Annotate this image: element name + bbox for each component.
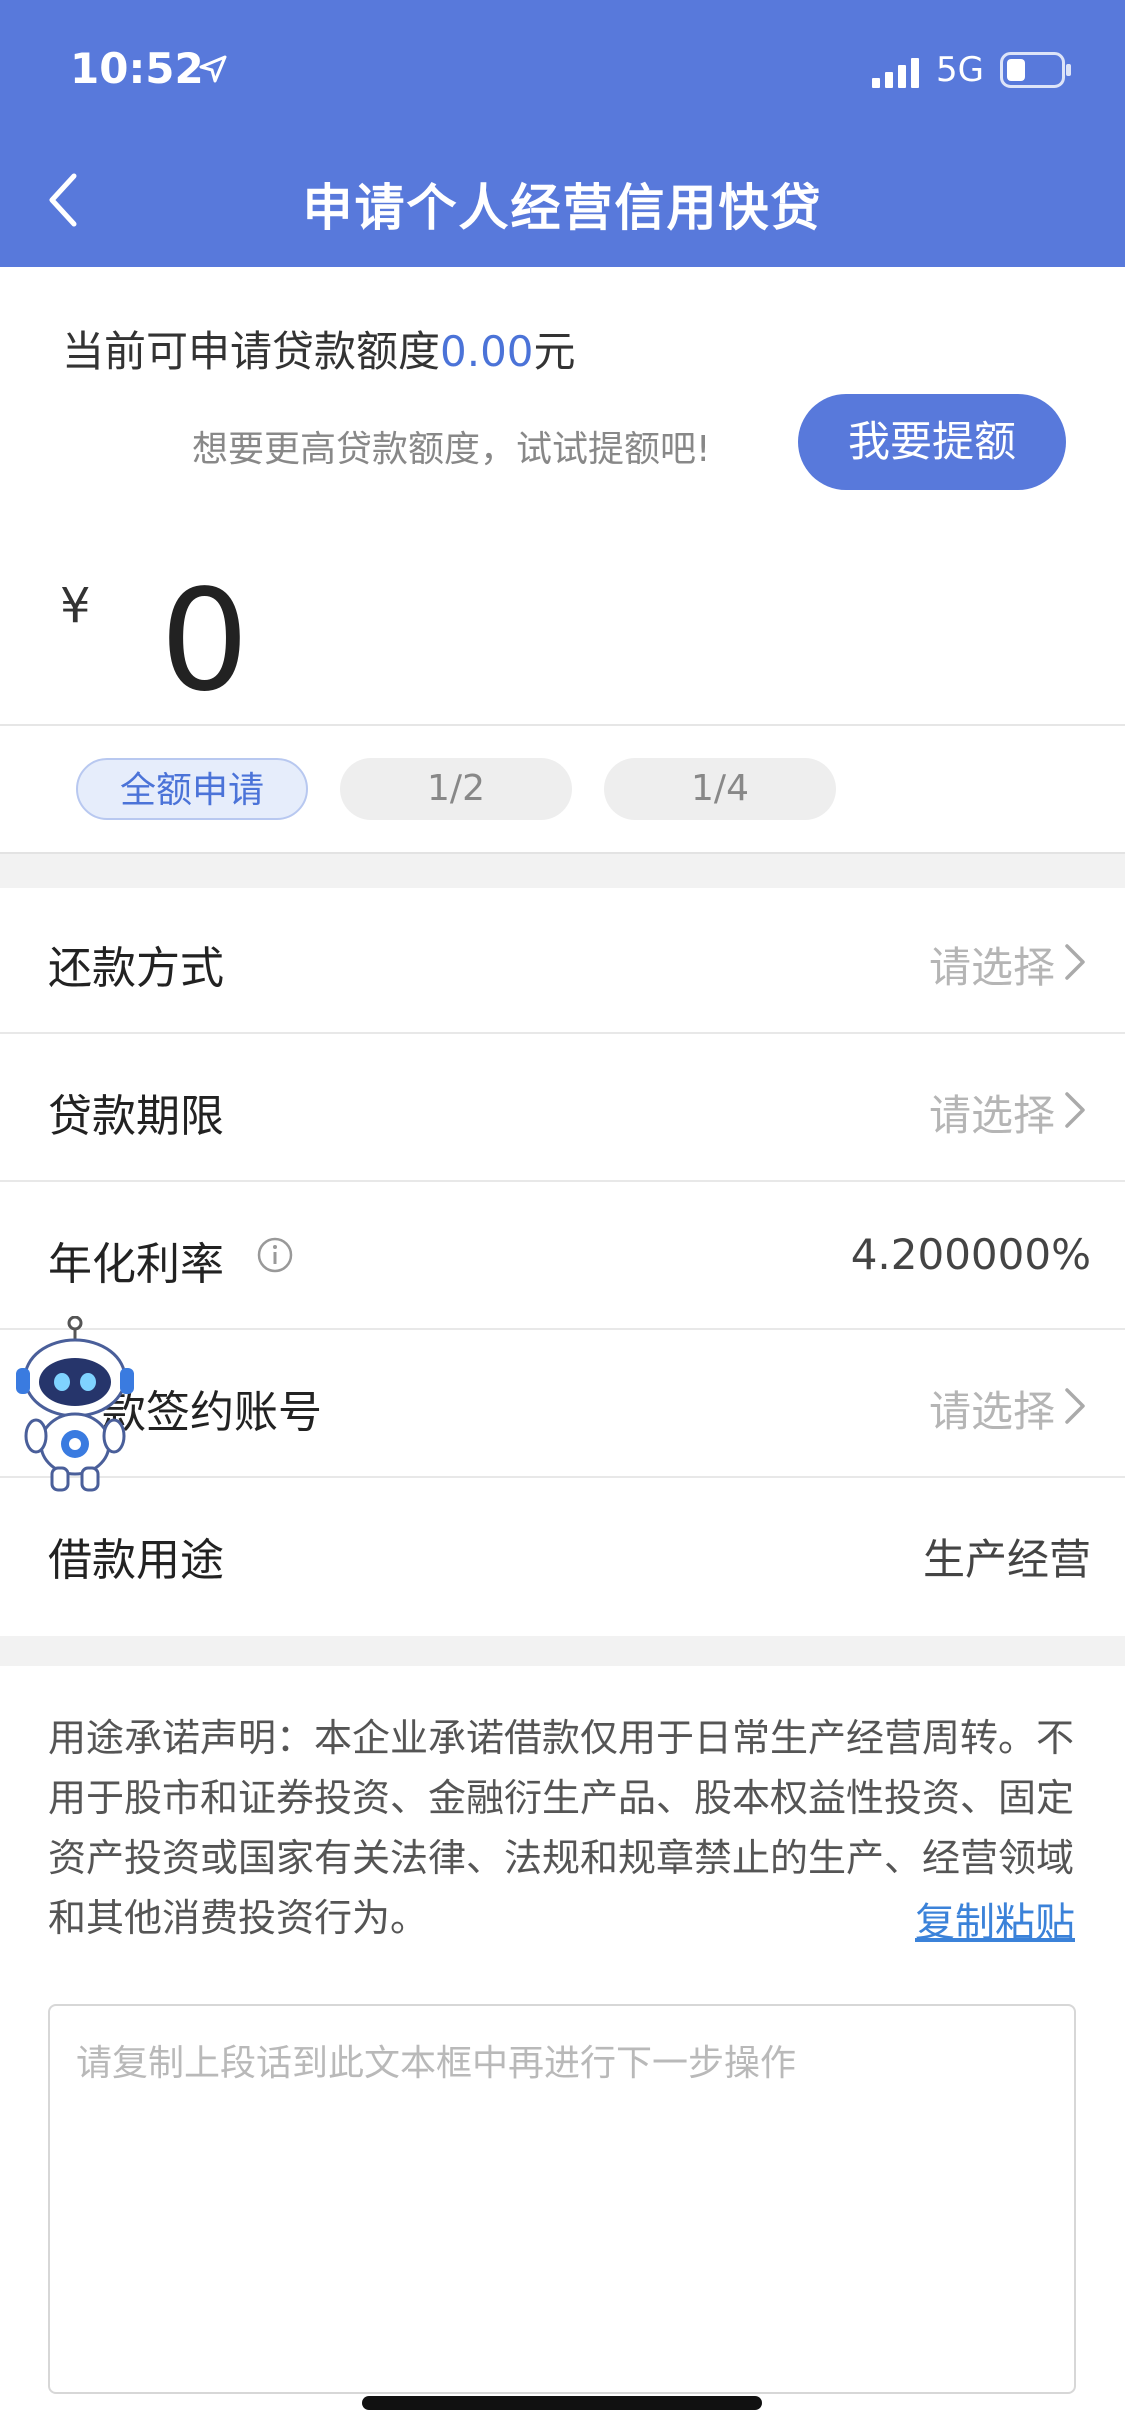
quota-unit: 元 xyxy=(533,327,576,376)
loan-amount-input[interactable]: 0 xyxy=(160,560,249,723)
network-type: 5G xyxy=(936,50,984,90)
location-arrow-icon xyxy=(199,55,227,83)
raise-limit-button[interactable]: 我要提额 xyxy=(798,394,1066,490)
row-value: 生产经营 xyxy=(922,1535,1091,1584)
loan-term-row[interactable]: 贷款期限 请选择 xyxy=(0,1034,1125,1182)
chevron-right-icon xyxy=(1065,1388,1085,1424)
row-label: 贷款期限 xyxy=(48,1091,224,1142)
info-icon[interactable] xyxy=(256,1236,294,1274)
divider xyxy=(0,724,1125,726)
quota-prefix: 当前可申请贷款额度 xyxy=(62,327,441,376)
loan-purpose-row: 借款用途 生产经营 xyxy=(0,1478,1125,1626)
copy-paste-link[interactable]: 复制粘贴 xyxy=(915,1890,1075,1948)
repayment-method-row[interactable]: 还款方式 请选择 xyxy=(0,886,1125,1034)
status-time: 10:52 xyxy=(70,44,204,93)
half-amount-option[interactable]: 1/2 xyxy=(340,758,572,820)
row-label: 借款用途 xyxy=(48,1535,224,1586)
section-gap xyxy=(0,852,1125,888)
raise-hint: 想要更高贷款额度，试试提额吧! xyxy=(192,429,711,470)
chevron-right-icon xyxy=(1065,1092,1085,1128)
chevron-right-icon xyxy=(1065,944,1085,980)
quarter-amount-option[interactable]: 1/4 xyxy=(604,758,836,820)
home-indicator xyxy=(362,2396,762,2410)
quota-amount: 0.00 xyxy=(440,327,534,376)
assistant-robot-icon[interactable] xyxy=(12,1316,138,1496)
row-label: 还款方式 xyxy=(48,943,224,994)
cellular-signal-icon xyxy=(872,58,919,88)
page-title: 申请个人经营信用快贷 xyxy=(302,179,823,237)
row-value: 请选择 xyxy=(928,1387,1055,1436)
signing-account-row[interactable]: 款签约账号 请选择 xyxy=(0,1330,1125,1478)
row-value: 请选择 xyxy=(928,943,1055,992)
section-gap xyxy=(0,1636,1125,1666)
row-value: 4.200000% xyxy=(850,1230,1091,1279)
row-label: 年化利率 xyxy=(48,1239,224,1290)
currency-symbol: ¥ xyxy=(60,578,91,634)
available-quota: 当前可申请贷款额度0.00元 xyxy=(62,318,576,379)
full-amount-option[interactable]: 全额申请 xyxy=(76,758,308,820)
battery-icon xyxy=(1000,52,1071,88)
app-header: 10:52 5G 申请个人经营信用快贷 xyxy=(0,0,1125,267)
statement-input[interactable] xyxy=(48,2004,1076,2394)
annual-rate-row: 年化利率 4.200000% xyxy=(0,1182,1125,1330)
row-value: 请选择 xyxy=(928,1091,1055,1140)
